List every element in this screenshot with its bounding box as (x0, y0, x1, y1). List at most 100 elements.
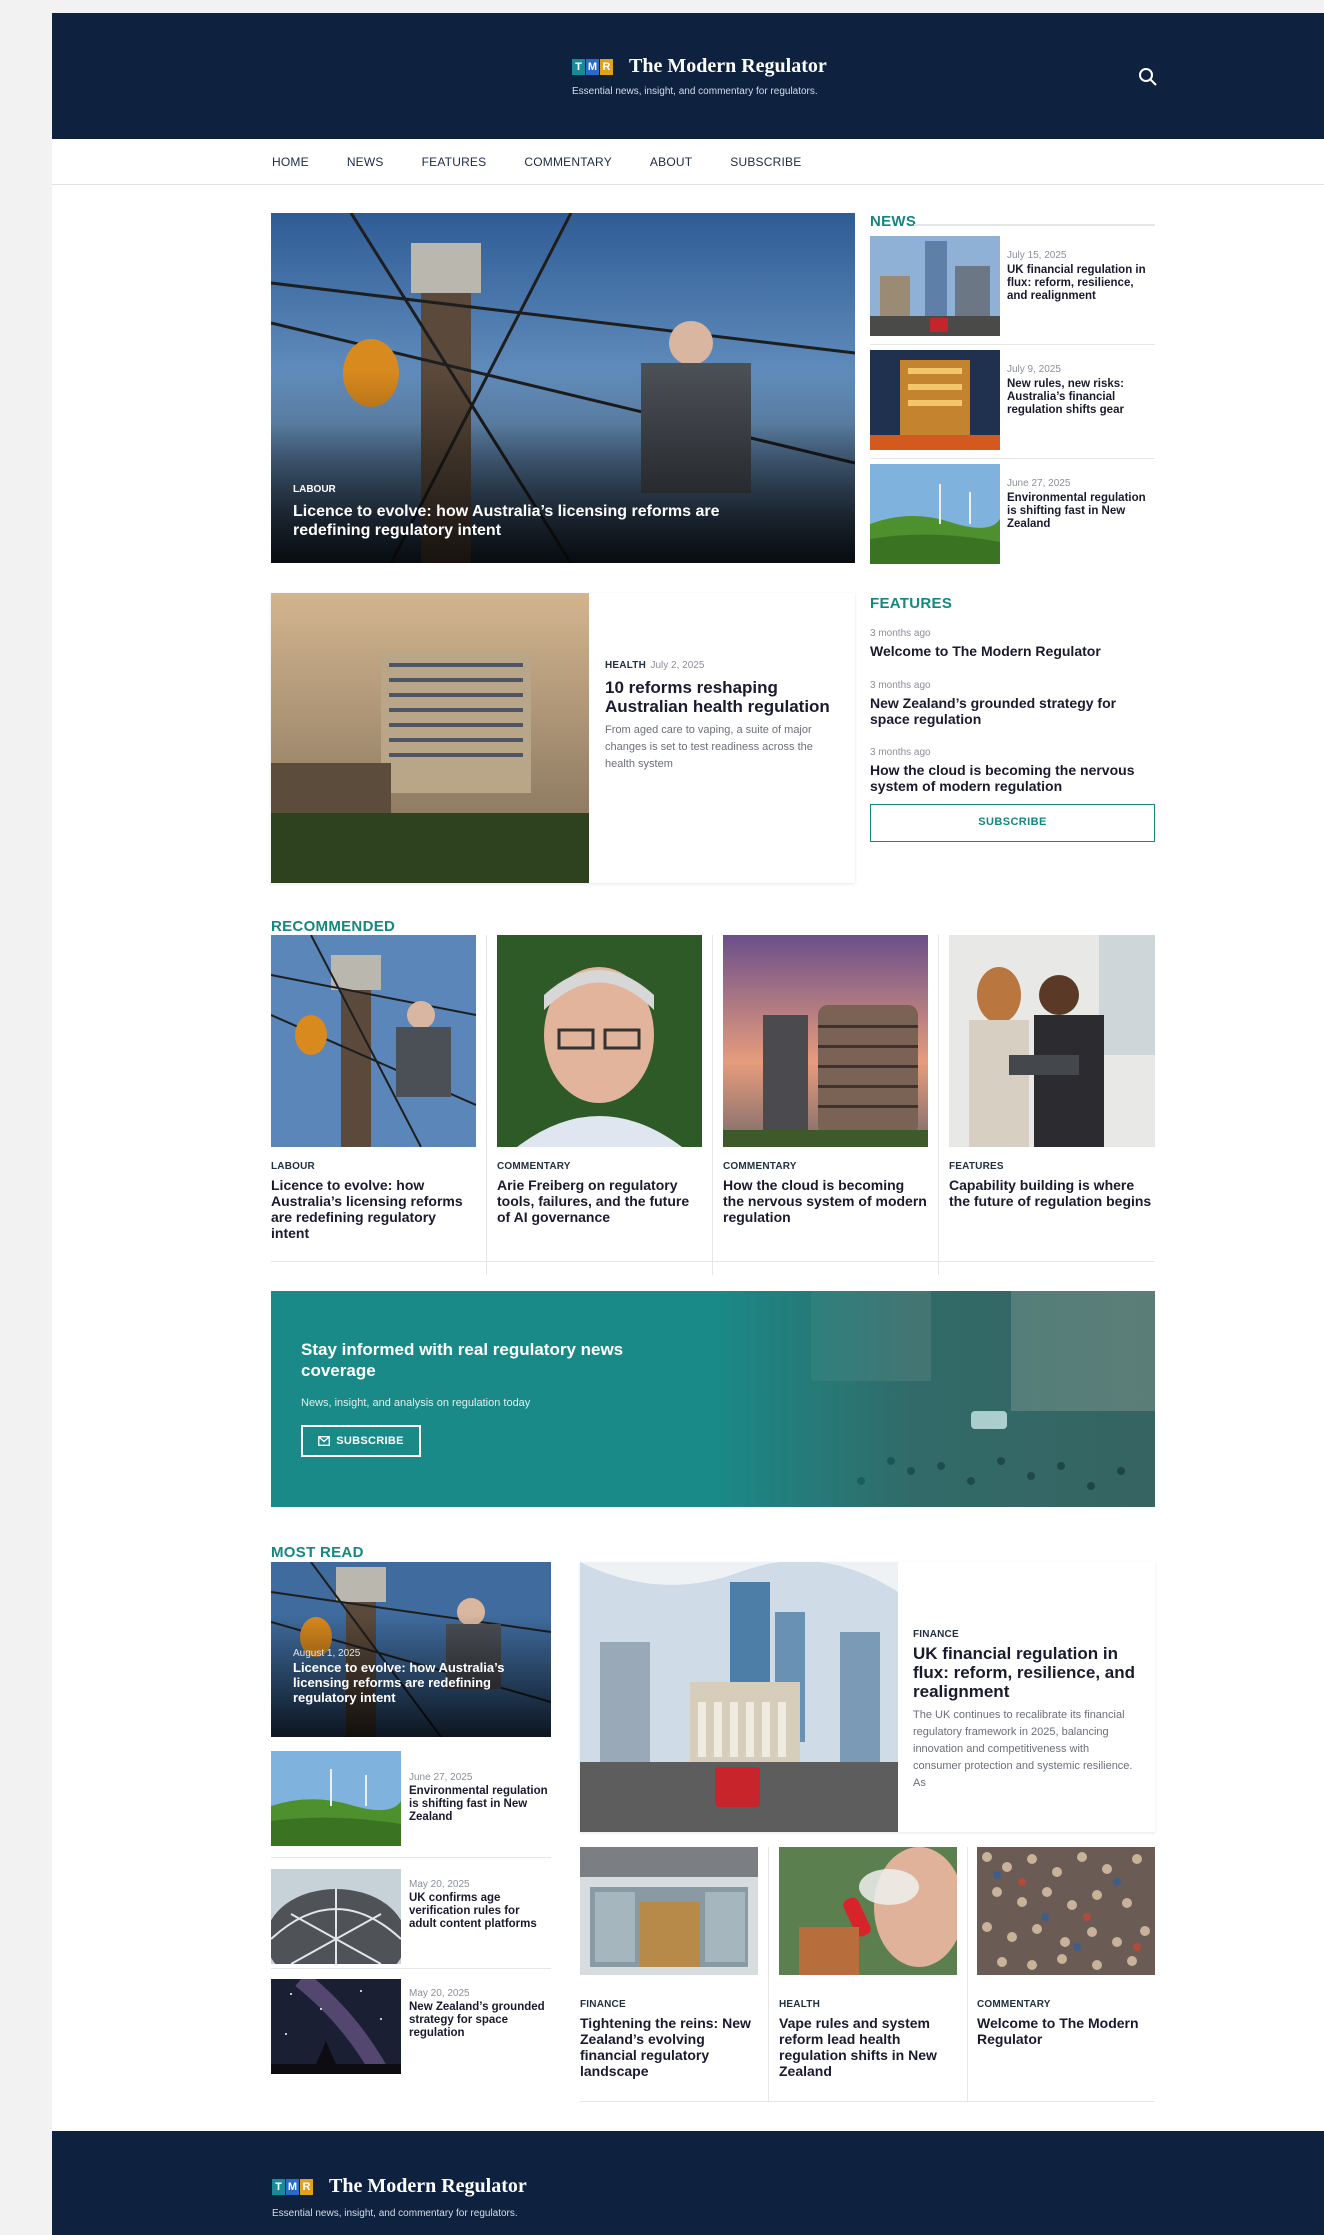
health-excerpt: From aged care to vaping, a suite of maj… (605, 724, 813, 770)
mr-card-image-3[interactable] (977, 1847, 1155, 1975)
divider (271, 1857, 551, 1858)
news-heading[interactable]: NEWS (870, 213, 916, 230)
divider (870, 344, 1155, 345)
mr-card-title[interactable]: Vape rules and system reform lead health… (779, 2015, 957, 2079)
nav-news[interactable]: NEWS (347, 155, 384, 169)
logo-mark-icon: T M R (572, 58, 613, 75)
mr-card-title[interactable]: Tightening the reins: New Zealand’s evol… (580, 2015, 758, 2079)
features-heading[interactable]: FEATURES (870, 595, 952, 612)
health-date: July 2, 2025 (650, 660, 705, 671)
divider (712, 935, 713, 1275)
news-date: June 27, 2025 (1007, 478, 1071, 489)
banner-image (711, 1291, 1155, 1507)
footer-logo[interactable]: T M R The Modern Regulator Essential new… (272, 2175, 527, 2219)
search-icon[interactable] (1137, 66, 1159, 88)
mr-card-category: COMMENTARY (977, 1999, 1051, 2010)
page: T M R The Modern Regulator Essential new… (52, 13, 1324, 2235)
featured-title[interactable]: UK financial regulation in flux: reform,… (913, 1644, 1138, 1701)
feature-title[interactable]: New Zealand’s grounded strategy for spac… (870, 695, 1155, 727)
divider (486, 935, 487, 1275)
health-category: HEALTH (605, 660, 647, 671)
news-title[interactable]: UK financial regulation in flux: reform,… (1007, 264, 1157, 303)
mr-card-category: HEALTH (779, 1999, 821, 2010)
rec-title[interactable]: Licence to evolve: how Australia’s licen… (271, 1177, 476, 1241)
most-read-top-title[interactable]: Licence to evolve: how Australia’s licen… (293, 1660, 538, 1705)
banner-subscribe-label: SUBSCRIBE (336, 1435, 404, 1447)
feature-title[interactable]: How the cloud is becoming the nervous sy… (870, 762, 1155, 794)
features-subscribe-button[interactable]: SUBSCRIBE (870, 804, 1155, 842)
mr-card-image-2[interactable] (779, 1847, 957, 1975)
news-thumb-3[interactable] (870, 464, 1000, 564)
mr-card-category: FINANCE (580, 1999, 626, 2010)
feature-time: 3 months ago (870, 680, 931, 691)
most-read-title[interactable]: UK confirms age verification rules for a… (409, 1892, 549, 1931)
envelope-icon (318, 1436, 331, 1446)
news-date: July 15, 2025 (1007, 250, 1067, 261)
news-thumb-1[interactable] (870, 236, 1000, 336)
news-rule (914, 224, 1155, 226)
rec-image-4[interactable] (949, 935, 1155, 1147)
divider (967, 1847, 968, 2102)
rec-image-3[interactable] (723, 935, 928, 1147)
recommended-heading[interactable]: RECOMMENDED (271, 918, 395, 935)
subscribe-banner: Stay informed with real regulatory news … (271, 1291, 1155, 1507)
rec-image-2[interactable] (497, 935, 702, 1147)
nav-home[interactable]: HOME (272, 155, 309, 169)
rec-category: FEATURES (949, 1161, 1004, 1172)
most-read-heading[interactable]: MOST READ (271, 1544, 364, 1561)
most-read-date: May 20, 2025 (409, 1879, 470, 1890)
site-header: T M R The Modern Regulator Essential new… (52, 13, 1324, 139)
banner-title: Stay informed with real regulatory news … (301, 1340, 624, 1380)
nav-subscribe[interactable]: SUBSCRIBE (730, 155, 801, 169)
most-read-title[interactable]: Environmental regulation is shifting fas… (409, 1785, 549, 1824)
feature-title[interactable]: Welcome to The Modern Regulator (870, 643, 1155, 659)
health-title[interactable]: 10 reforms reshaping Australian health r… (605, 678, 835, 716)
featured-excerpt: The UK continues to recalibrate its fina… (913, 1709, 1133, 1789)
logo-letter: M (286, 2178, 299, 2195)
hero-category: LABOUR (293, 484, 336, 495)
nav-features[interactable]: FEATURES (422, 155, 487, 169)
mr-card-image-1[interactable] (580, 1847, 758, 1975)
logo-letter: T (572, 58, 585, 75)
logo-letter: R (300, 2178, 313, 2195)
mr-card-title[interactable]: Welcome to The Modern Regulator (977, 2015, 1155, 2047)
news-date: July 9, 2025 (1007, 364, 1061, 375)
divider (271, 1261, 1155, 1262)
rec-title[interactable]: Arie Freiberg on regulatory tools, failu… (497, 1177, 702, 1225)
rec-category: LABOUR (271, 1161, 315, 1172)
divider (768, 1847, 769, 2102)
featured-category: FINANCE (913, 1629, 959, 1640)
news-thumb-2[interactable] (870, 350, 1000, 450)
most-read-thumb-2[interactable] (271, 1869, 401, 1964)
logo-letter: M (586, 58, 599, 75)
nav-about[interactable]: ABOUT (650, 155, 692, 169)
nav-commentary[interactable]: COMMENTARY (524, 155, 612, 169)
most-read-top-date: August 1, 2025 (293, 1648, 361, 1659)
hero-article[interactable]: LABOUR Licence to evolve: how Australia’… (271, 213, 855, 563)
most-read-top-article[interactable]: August 1, 2025 Licence to evolve: how Au… (271, 1562, 551, 1737)
most-read-thumb-1[interactable] (271, 1751, 401, 1846)
site-logo[interactable]: T M R The Modern Regulator Essential new… (572, 55, 872, 97)
most-read-featured-image (580, 1562, 898, 1832)
health-feature-image (271, 593, 589, 883)
footer-site-title: The Modern Regulator (329, 2175, 527, 2197)
site-footer: T M R The Modern Regulator Essential new… (52, 2131, 1324, 2235)
feature-time: 3 months ago (870, 747, 931, 758)
divider (938, 935, 939, 1275)
most-read-title[interactable]: New Zealand’s grounded strategy for spac… (409, 2001, 549, 2040)
news-title[interactable]: New rules, new risks: Australia’s financ… (1007, 378, 1157, 417)
logo-mark-icon: T M R (272, 2178, 313, 2195)
banner-subtitle: News, insight, and analysis on regulatio… (301, 1397, 531, 1409)
banner-subscribe-button[interactable]: SUBSCRIBE (301, 1425, 421, 1457)
news-title[interactable]: Environmental regulation is shifting fas… (1007, 492, 1157, 531)
rec-image-1[interactable] (271, 935, 476, 1147)
footer-tagline: Essential news, insight, and commentary … (272, 2208, 518, 2219)
hero-title[interactable]: Licence to evolve: how Australia’s licen… (293, 502, 793, 540)
most-read-thumb-3[interactable] (271, 1979, 401, 2074)
rec-title[interactable]: How the cloud is becoming the nervous sy… (723, 1177, 928, 1225)
most-read-date: June 27, 2025 (409, 1772, 473, 1783)
rec-title[interactable]: Capability building is where the future … (949, 1177, 1155, 1209)
site-title: The Modern Regulator (629, 55, 827, 77)
divider (271, 1968, 551, 1969)
rec-category: COMMENTARY (723, 1161, 797, 1172)
